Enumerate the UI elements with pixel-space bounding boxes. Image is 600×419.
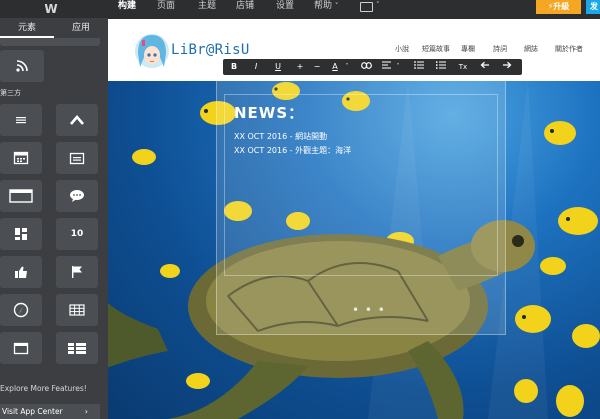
nav-poetry[interactable]: 詩詞 bbox=[493, 44, 507, 54]
nav-novels[interactable]: 小說 bbox=[395, 44, 409, 54]
sidebar-scroll-edge bbox=[0, 38, 100, 46]
link-button[interactable] bbox=[358, 59, 374, 75]
underline-button[interactable]: U bbox=[270, 59, 286, 75]
element-list-columns[interactable] bbox=[56, 332, 98, 364]
numbered-list-button[interactable] bbox=[433, 59, 449, 75]
sidebar-tabs: 元素 应用 bbox=[0, 18, 108, 38]
element-menu[interactable] bbox=[0, 104, 42, 136]
counter-icon: 10 bbox=[70, 229, 84, 239]
element-flag[interactable] bbox=[56, 256, 98, 288]
explore-features-text: Explore More Features! bbox=[0, 384, 87, 393]
site-title[interactable]: LiBr@RisU bbox=[171, 42, 250, 58]
rss-icon bbox=[16, 60, 28, 72]
italic-button[interactable]: I bbox=[248, 59, 264, 75]
element-window[interactable] bbox=[0, 332, 42, 364]
tab-pages[interactable]: 页面 bbox=[157, 0, 175, 14]
table-icon bbox=[69, 304, 85, 316]
chevron-down-icon[interactable]: ˅ bbox=[376, 1, 380, 9]
element-compass[interactable] bbox=[0, 294, 42, 326]
menu-lines-icon bbox=[16, 117, 26, 124]
rectangle-icon bbox=[9, 189, 33, 203]
chevron-down-icon[interactable]: ˅ bbox=[339, 59, 355, 75]
upgrade-button[interactable]: ⚡升級 bbox=[536, 0, 581, 14]
element-comments[interactable] bbox=[56, 180, 98, 212]
sidebar-header: W bbox=[0, 0, 108, 18]
tab-settings[interactable]: 设置 bbox=[276, 0, 294, 14]
bulleted-list-icon bbox=[414, 61, 424, 69]
element-box[interactable] bbox=[0, 180, 42, 212]
nav-blog[interactable]: 網誌 bbox=[524, 44, 538, 54]
clear-format-button[interactable]: Tx bbox=[455, 59, 471, 75]
chevron-down-icon: ˅ bbox=[334, 2, 339, 10]
visit-app-center-label: Visit App Center bbox=[2, 407, 63, 416]
nav-about-author[interactable]: 關於作者 bbox=[555, 44, 583, 54]
tab-help-label: 帮助 bbox=[314, 1, 333, 11]
section-third-party: 第三方 bbox=[0, 89, 21, 97]
nav-short-stories[interactable]: 短篇故事 bbox=[422, 44, 450, 54]
tab-theme[interactable]: 主题 bbox=[198, 0, 216, 14]
font-size-increase-button[interactable]: + bbox=[292, 59, 308, 75]
link-icon bbox=[360, 62, 372, 69]
text-format-toolbar: B I U + − A ˅ ˅ Tx bbox=[223, 59, 522, 75]
tab-help[interactable]: 帮助 ˅ bbox=[314, 0, 338, 14]
chevron-up-icon bbox=[70, 115, 84, 125]
element-scroll-top[interactable] bbox=[56, 104, 98, 136]
weebly-logo-icon[interactable]: W bbox=[42, 1, 60, 17]
bold-button[interactable]: B bbox=[226, 59, 242, 75]
tab-apps[interactable]: 应用 bbox=[54, 18, 108, 38]
list-columns-icon bbox=[68, 342, 86, 354]
element-like[interactable] bbox=[0, 256, 42, 288]
editor-topbar: 构建 页面 主题 店铺 设置 帮助 ˅ ˅ ⚡升級 发 bbox=[108, 0, 600, 14]
grid-blocks-icon bbox=[15, 228, 27, 240]
site-logo-avatar[interactable] bbox=[134, 31, 170, 71]
window-icon bbox=[13, 342, 29, 354]
tab-build[interactable]: 构建 bbox=[118, 0, 136, 14]
flag-icon bbox=[72, 266, 82, 278]
site-canvas: LiBr@RisU 小說 短篇故事 專欄 詩詞 網誌 關於作者 NEWS： XX… bbox=[108, 19, 600, 419]
section-more-handle[interactable]: • • • bbox=[352, 303, 386, 317]
news-item[interactable]: XX OCT 2016 - 外觀主題：海洋 bbox=[234, 145, 351, 156]
undo-button[interactable] bbox=[477, 59, 493, 75]
calendar-icon bbox=[13, 151, 29, 165]
element-table[interactable] bbox=[56, 294, 98, 326]
element-calendar[interactable] bbox=[0, 142, 42, 174]
editor-sidebar: W 元素 应用 第三方 10 Explore More Features! Vi… bbox=[0, 0, 108, 419]
nav-columns[interactable]: 專欄 bbox=[461, 44, 475, 54]
tab-store[interactable]: 店铺 bbox=[236, 0, 254, 14]
element-counter[interactable]: 10 bbox=[56, 218, 98, 250]
element-gallery[interactable] bbox=[0, 218, 42, 250]
news-title[interactable]: NEWS： bbox=[234, 102, 304, 123]
bulleted-list-button[interactable] bbox=[411, 59, 427, 75]
news-text-block[interactable]: NEWS： XX OCT 2016 - 網站開動 XX OCT 2016 - 外… bbox=[224, 94, 498, 276]
element-rss[interactable] bbox=[0, 50, 44, 82]
publish-button[interactable]: 发 bbox=[586, 0, 600, 14]
chevron-down-icon[interactable]: ˅ bbox=[390, 59, 406, 75]
redo-button[interactable] bbox=[499, 59, 515, 75]
thumbs-up-icon bbox=[15, 266, 27, 278]
chat-bubble-icon bbox=[70, 190, 84, 202]
chevron-right-icon: › bbox=[84, 407, 88, 416]
tab-elements[interactable]: 元素 bbox=[0, 18, 54, 38]
compass-icon bbox=[13, 302, 29, 318]
undo-icon bbox=[480, 61, 489, 69]
element-embed[interactable] bbox=[56, 142, 98, 174]
redo-icon bbox=[503, 61, 512, 69]
device-preview-icon[interactable] bbox=[360, 2, 373, 12]
font-size-decrease-button[interactable]: − bbox=[309, 59, 325, 75]
news-item[interactable]: XX OCT 2016 - 網站開動 bbox=[234, 131, 327, 142]
numbered-list-icon bbox=[436, 61, 446, 69]
visit-app-center-button[interactable]: Visit App Center › bbox=[0, 404, 100, 419]
embed-window-icon bbox=[69, 152, 85, 164]
